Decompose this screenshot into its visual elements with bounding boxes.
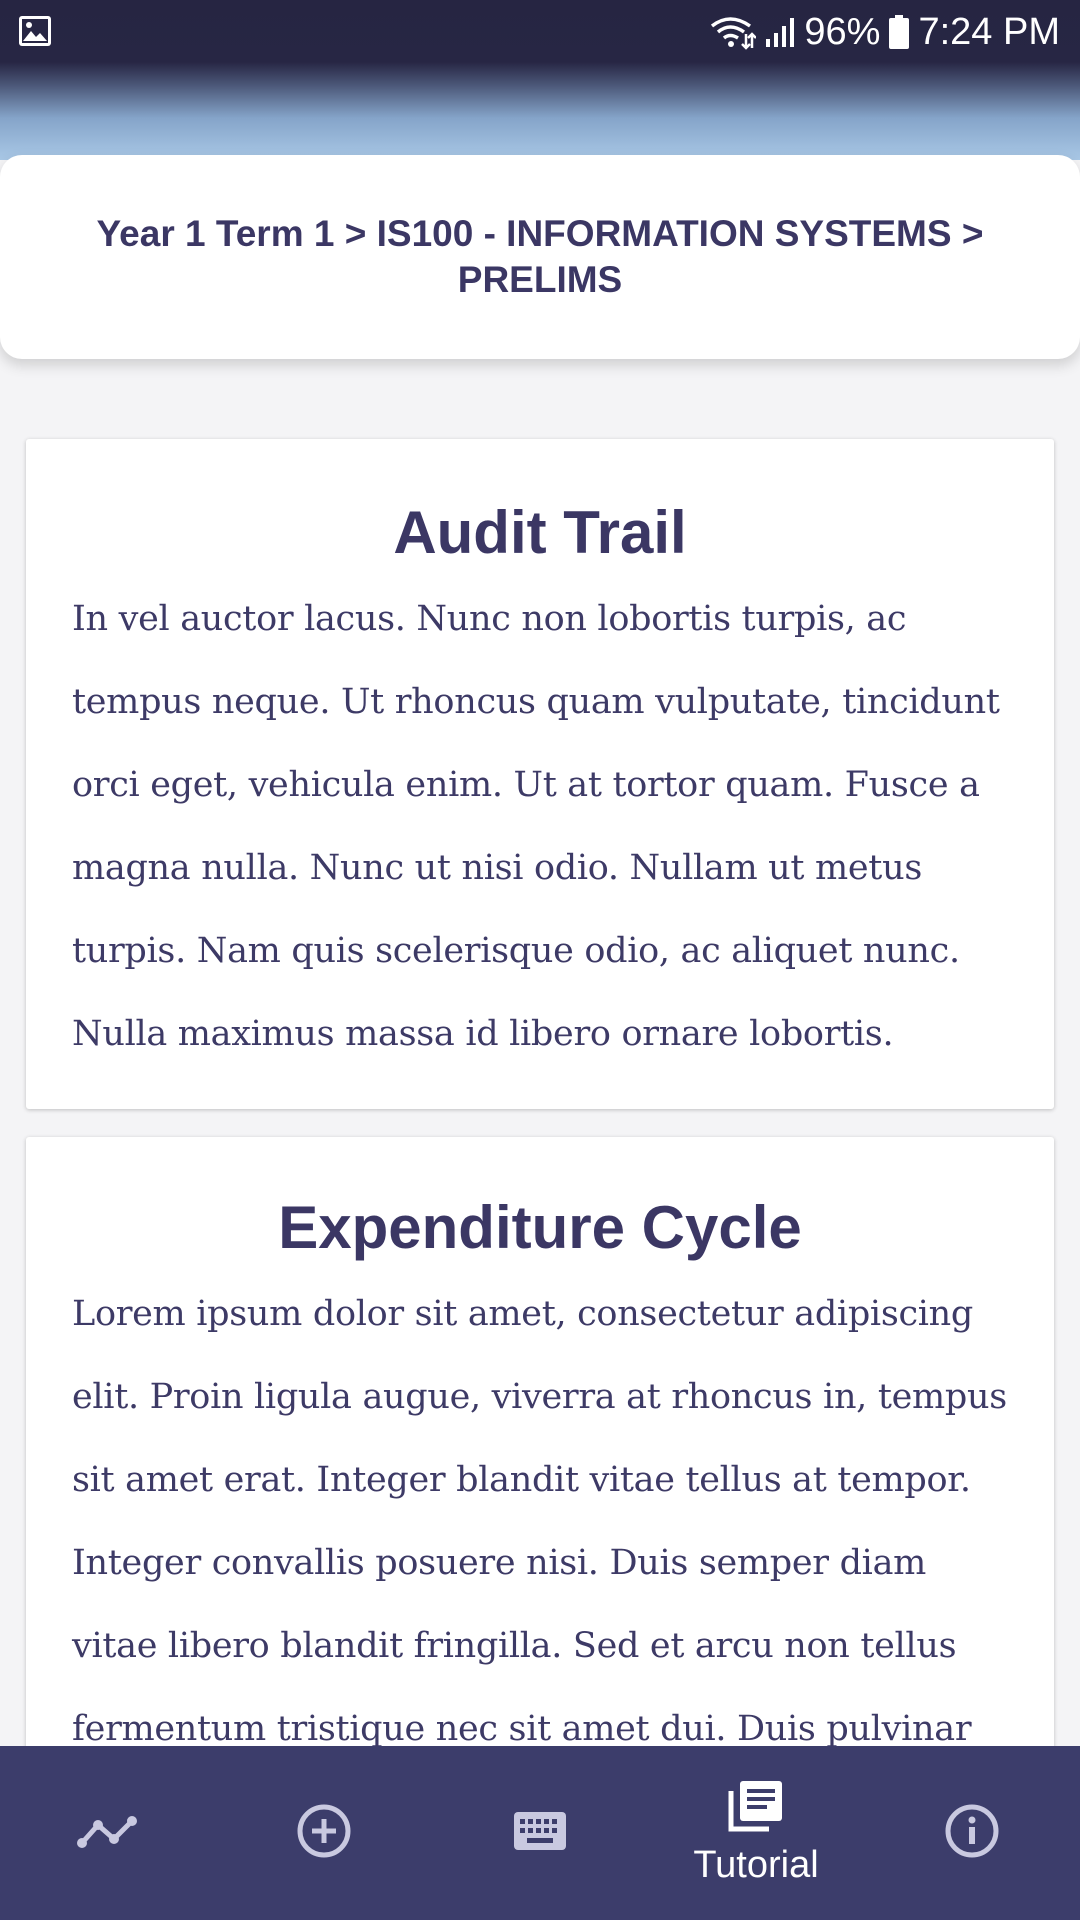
library-books-icon: [728, 1779, 784, 1838]
topic-title: Expenditure Cycle: [278, 1194, 802, 1261]
status-right: 96% 7:24 PM: [710, 0, 1060, 64]
nav-item-add[interactable]: [216, 1746, 432, 1920]
nav-item-tutorial[interactable]: Tutorial: [648, 1746, 864, 1920]
nav-item-info[interactable]: [864, 1746, 1080, 1920]
bottom-nav: Tutorial: [0, 1746, 1080, 1920]
header-gradient: 96% 7:24 PM: [0, 0, 1080, 160]
breadcrumb: Year 1 Term 1 > IS100 - INFORMATION SYST…: [96, 213, 984, 300]
battery-icon: [888, 14, 910, 50]
breadcrumb-card: Year 1 Term 1 > IS100 - INFORMATION SYST…: [0, 155, 1080, 359]
topic-card-audit-trail[interactable]: Audit Trail In vel auctor lacus. Nunc no…: [26, 439, 1054, 1109]
signal-icon: [764, 15, 796, 49]
nav-item-progress[interactable]: [0, 1746, 216, 1920]
keyboard-icon: [513, 1811, 567, 1856]
screen: 96% 7:24 PM Year 1 Term 1 > IS100 - INFO…: [0, 0, 1080, 1920]
trend-line-icon: [76, 1811, 140, 1856]
gallery-icon: [18, 14, 52, 48]
battery-percent: 96%: [804, 10, 881, 53]
topic-body: In vel auctor lacus. Nunc non lobortis t…: [72, 599, 1000, 1054]
info-icon: [944, 1803, 1000, 1864]
status-bar: 96% 7:24 PM: [0, 0, 1080, 64]
nav-label-tutorial: Tutorial: [693, 1844, 819, 1886]
topic-title: Audit Trail: [393, 499, 687, 566]
nav-item-keyboard[interactable]: [432, 1746, 648, 1920]
add-circle-icon: [296, 1803, 352, 1864]
topic-body: Lorem ipsum dolor sit amet, consectetur …: [72, 1294, 1007, 1749]
clock: 7:24 PM: [918, 10, 1060, 53]
wifi-icon: [710, 14, 757, 50]
